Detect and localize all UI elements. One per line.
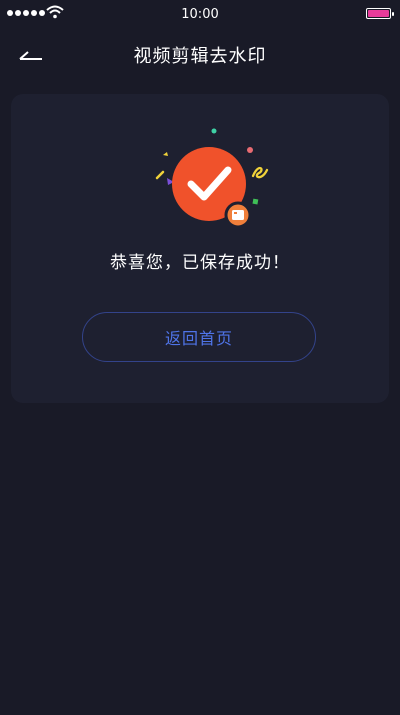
save-badge-icon [224,201,252,229]
result-card: 恭喜您，已保存成功！ 返回首页 [11,94,389,403]
nav-bar: 视频剪辑去水印 [0,36,400,74]
signal-strength-icon [7,10,45,16]
page-title: 视频剪辑去水印 [133,46,267,67]
wifi-icon [46,5,64,19]
return-home-label: 返回首页 [164,329,233,348]
return-home-button[interactable]: 返回首页 [82,312,316,362]
status-time: 10:00 [181,7,219,22]
status-bar: 10:00 [0,0,400,30]
success-message: 恭喜您，已保存成功！ [110,253,290,273]
success-illustration [155,128,269,229]
battery-level-fill [368,10,389,17]
battery-icon [366,8,394,19]
